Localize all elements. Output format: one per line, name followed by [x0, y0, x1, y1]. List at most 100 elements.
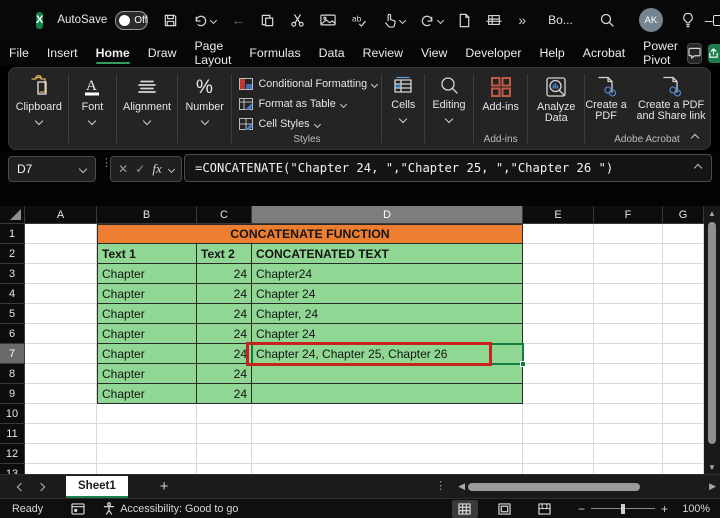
- row-header-2[interactable]: 2: [0, 244, 25, 264]
- cell-A5[interactable]: [25, 304, 97, 324]
- autosave-toggle[interactable]: Off: [115, 10, 149, 30]
- table-title-cell[interactable]: CONCATENATE FUNCTION: [97, 224, 523, 244]
- menu-item-power-pivot[interactable]: Power Pivot: [634, 39, 687, 67]
- horizontal-scrollbar[interactable]: ◀ ▶: [458, 481, 716, 493]
- cell-styles-button[interactable]: Cell Styles: [233, 114, 380, 134]
- menu-item-insert[interactable]: Insert: [38, 40, 87, 66]
- cell-D5[interactable]: Chapter, 24: [252, 304, 523, 324]
- cell-A10[interactable]: [25, 404, 97, 424]
- page-layout-view-button[interactable]: [492, 500, 518, 518]
- menu-item-file[interactable]: File: [0, 40, 38, 66]
- cell-B11[interactable]: [97, 424, 197, 444]
- cell-B3[interactable]: Chapter: [97, 264, 197, 284]
- cell-E12[interactable]: [523, 444, 594, 464]
- number-dropdown-icon[interactable]: [200, 116, 209, 126]
- more-commands-button[interactable]: »: [518, 12, 526, 28]
- zoom-slider[interactable]: [590, 503, 655, 514]
- select-all-corner[interactable]: [0, 206, 25, 224]
- column-header-F[interactable]: F: [594, 206, 663, 224]
- conditional-formatting-button[interactable]: Conditional Formatting: [233, 74, 380, 94]
- column-header-G[interactable]: G: [663, 206, 704, 224]
- cell-G9[interactable]: [663, 384, 704, 404]
- cells-dropdown-icon[interactable]: [399, 114, 408, 124]
- row-header-7[interactable]: 7: [0, 344, 25, 364]
- format-as-table-button[interactable]: Format as Table: [233, 94, 380, 114]
- next-sheet-icon[interactable]: [36, 482, 46, 491]
- cell-B5[interactable]: Chapter: [97, 304, 197, 324]
- row-header-10[interactable]: 10: [0, 404, 25, 424]
- new-sheet-button[interactable]: +: [160, 478, 169, 495]
- cell-E13[interactable]: [523, 464, 594, 474]
- zoom-in-button[interactable]: +: [655, 502, 674, 516]
- cell-E10[interactable]: [523, 404, 594, 424]
- copy-button[interactable]: [260, 13, 275, 28]
- cell-C5[interactable]: 24: [197, 304, 252, 324]
- cell-E3[interactable]: [523, 264, 594, 284]
- vertical-scrollbar[interactable]: ▲ ▼: [704, 206, 720, 474]
- menu-item-view[interactable]: View: [412, 40, 456, 66]
- cell-C12[interactable]: [197, 444, 252, 464]
- back-arrow-icon[interactable]: ←: [231, 12, 245, 28]
- vertical-scroll-thumb[interactable]: [708, 222, 716, 444]
- cell-G11[interactable]: [663, 424, 704, 444]
- menu-item-review[interactable]: Review: [354, 40, 412, 66]
- cell-G7[interactable]: [663, 344, 704, 364]
- paste-picture-button[interactable]: [320, 13, 337, 27]
- column-header-C[interactable]: C: [197, 206, 252, 224]
- cell-B10[interactable]: [97, 404, 197, 424]
- menu-item-help[interactable]: Help: [530, 40, 573, 66]
- row-header-4[interactable]: 4: [0, 284, 25, 304]
- cell-G6[interactable]: [663, 324, 704, 344]
- cell-C4[interactable]: 24: [197, 284, 252, 304]
- cell-G5[interactable]: [663, 304, 704, 324]
- cell-D13[interactable]: [252, 464, 523, 474]
- touch-mode-button[interactable]: [383, 13, 407, 28]
- header-cell-D2[interactable]: CONCATENATED TEXT: [252, 244, 523, 264]
- cell-F8[interactable]: [594, 364, 663, 384]
- tab-scroll-dots[interactable]: ⋮: [435, 481, 446, 492]
- cell-A13[interactable]: [25, 464, 97, 474]
- cell-B6[interactable]: Chapter: [97, 324, 197, 344]
- name-box[interactable]: D7: [8, 156, 96, 182]
- cell-E2[interactable]: [523, 244, 594, 264]
- cell-E8[interactable]: [523, 364, 594, 384]
- menu-item-home[interactable]: Home: [87, 40, 139, 66]
- cell-C13[interactable]: [197, 464, 252, 474]
- cell-C10[interactable]: [197, 404, 252, 424]
- cell-F5[interactable]: [594, 304, 663, 324]
- cell-G12[interactable]: [663, 444, 704, 464]
- row-header-9[interactable]: 9: [0, 384, 25, 404]
- cell-C8[interactable]: 24: [197, 364, 252, 384]
- cell-B13[interactable]: [97, 464, 197, 474]
- name-box-dropdown-icon[interactable]: [78, 164, 88, 174]
- create-pdf-share-button[interactable]: Create a PDF and Share link: [633, 75, 709, 122]
- normal-view-button[interactable]: [451, 499, 478, 518]
- cell-F10[interactable]: [594, 404, 663, 424]
- clipboard-dropdown-icon[interactable]: [34, 116, 44, 126]
- cell-D8[interactable]: [252, 364, 523, 384]
- cell-D6[interactable]: Chapter 24: [252, 324, 523, 344]
- ribbon-group-clipboard[interactable]: Clipboard: [11, 68, 67, 149]
- scroll-left-icon[interactable]: ◀: [458, 481, 465, 492]
- cell-F6[interactable]: [594, 324, 663, 344]
- sheet-tab[interactable]: Sheet1: [66, 475, 128, 498]
- ribbon-group-editing[interactable]: Editing: [426, 68, 472, 149]
- menu-item-draw[interactable]: Draw: [139, 40, 186, 66]
- row-header-11[interactable]: 11: [0, 424, 25, 444]
- cell-G2[interactable]: [663, 244, 704, 264]
- cell-G13[interactable]: [663, 464, 704, 474]
- scroll-right-icon[interactable]: ▶: [709, 481, 716, 492]
- cut-button[interactable]: [290, 13, 305, 28]
- avatar[interactable]: AK: [638, 8, 663, 32]
- column-header-B[interactable]: B: [97, 206, 197, 224]
- menu-item-data[interactable]: Data: [310, 40, 354, 66]
- redo-button[interactable]: [420, 13, 445, 28]
- cell-E7[interactable]: [523, 344, 594, 364]
- cell-C7[interactable]: 24: [197, 344, 252, 364]
- column-header-E[interactable]: E: [523, 206, 594, 224]
- undo-button[interactable]: [193, 13, 218, 28]
- cell-E9[interactable]: [523, 384, 594, 404]
- cell-B12[interactable]: [97, 444, 197, 464]
- row-header-8[interactable]: 8: [0, 364, 25, 384]
- cell-D11[interactable]: [252, 424, 523, 444]
